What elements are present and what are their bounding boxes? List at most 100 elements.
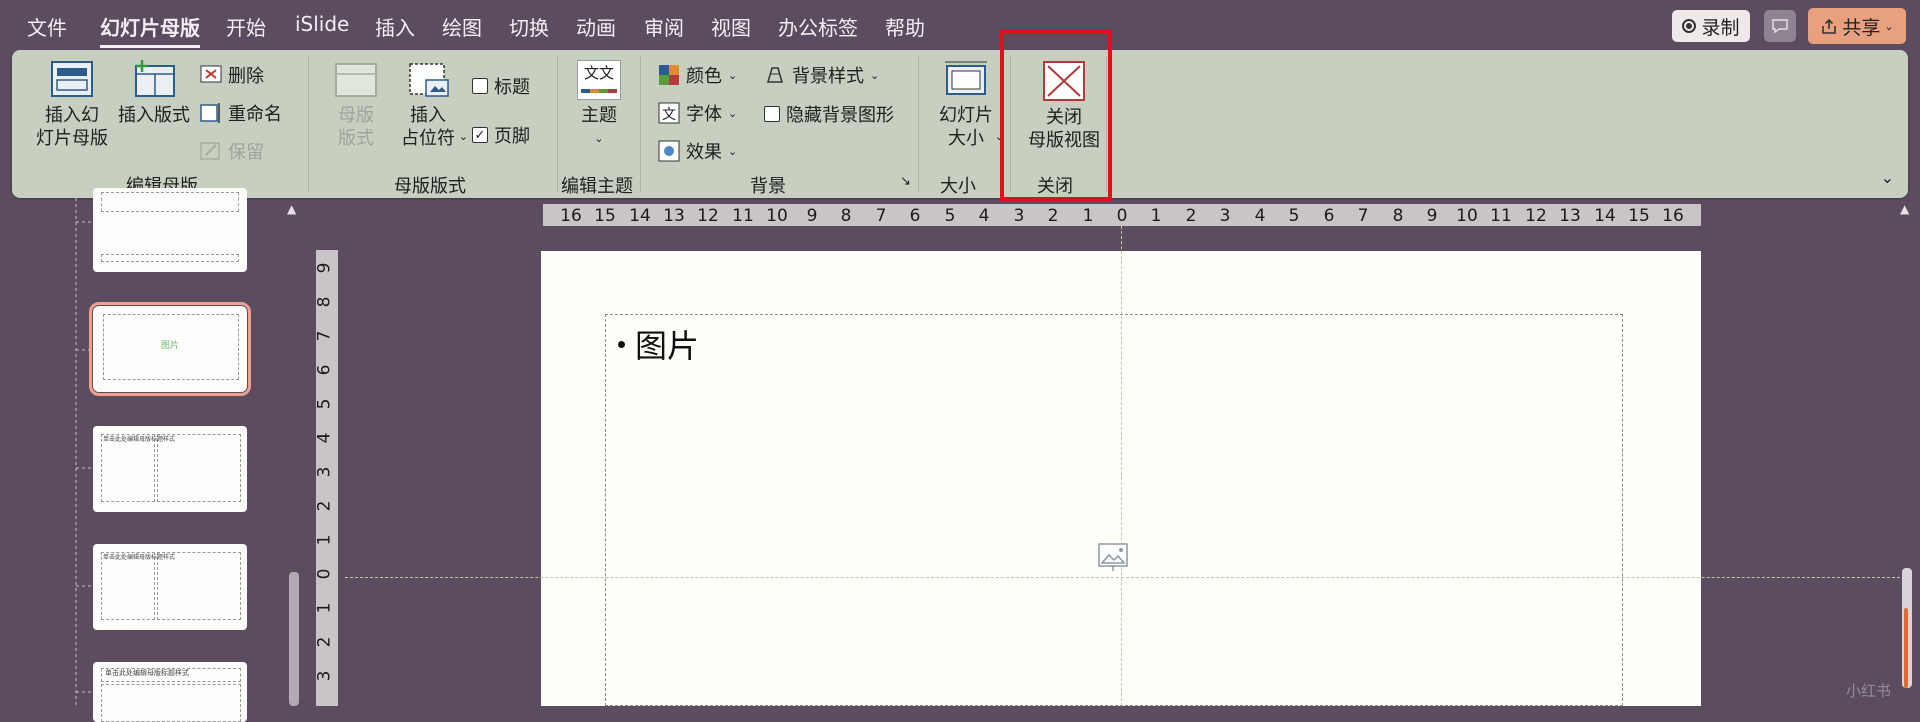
slide-thumbnail-selected[interactable]: 图片 <box>89 302 251 396</box>
footer-checkbox-box[interactable]: ✓ <box>472 127 488 143</box>
ruler-tick: 4 <box>978 206 990 226</box>
ruler-tick: 8 <box>1392 206 1404 226</box>
picture-placeholder[interactable]: 图片 <box>605 314 1623 706</box>
insert-placeholder-label: 插入 占位符 <box>401 105 455 149</box>
insert-slide-master-button[interactable]: 插入幻 灯片母版 <box>30 60 114 150</box>
ruler-tick: 7 <box>875 206 887 226</box>
ruler-tick: 3 <box>1013 206 1025 226</box>
slide-thumbnail[interactable]: 单击此处编辑母版标题样式 <box>93 662 247 722</box>
slide-size-button[interactable]: 幻灯片 大小 ⌄ <box>926 60 1006 150</box>
ruler-tick: 11 <box>1490 206 1512 226</box>
ruler-tick: 13 <box>663 206 685 226</box>
ruler-tick: 1 <box>314 534 335 546</box>
slide-thumbnail[interactable]: 单击此处编辑母版标题样式 <box>93 426 247 512</box>
ruler-tick: 13 <box>1559 206 1581 226</box>
colors-button[interactable]: 颜色 ⌄ <box>658 62 737 88</box>
insert-layout-button[interactable]: 插入版式 <box>114 60 194 127</box>
placeholder-text[interactable]: 图片 <box>635 321 699 367</box>
ruler-tick: 16 <box>1662 206 1684 226</box>
thumbnail-panel[interactable]: 图片 单击此处编辑母版标题样式 单击此处编辑母版标题样式 单击此处编辑母版标题样… <box>0 188 285 722</box>
share-icon <box>1822 18 1837 34</box>
slide-scrollbar[interactable]: ▲ <box>1896 198 1916 706</box>
fonts-button[interactable]: 文 字体 ⌄ <box>658 100 737 126</box>
background-styles-button[interactable]: 背景样式 ⌄ <box>764 62 879 88</box>
slide-size-icon <box>945 61 987 95</box>
dialog-launcher-icon[interactable]: ↘ <box>900 174 911 189</box>
hide-background-checkbox-box[interactable] <box>764 106 780 122</box>
menu-draw[interactable]: 绘图 <box>442 12 482 41</box>
delete-button[interactable]: 删除 <box>200 62 264 88</box>
chevron-down-icon: ⌄ <box>1884 19 1894 33</box>
theme-button[interactable]: 文文 主题 ⌄ <box>567 60 631 150</box>
thumbnail-scrollbar[interactable]: ▲ <box>287 198 301 706</box>
menu-transitions[interactable]: 切换 <box>509 12 549 41</box>
footer-checkbox[interactable]: ✓ 页脚 <box>472 122 530 148</box>
menu-office-tab[interactable]: 办公标签 <box>778 12 858 41</box>
menu-islide[interactable]: iSlide <box>295 12 349 36</box>
ruler-tick: 3 <box>1219 206 1231 226</box>
record-button[interactable]: 录制 <box>1672 10 1750 42</box>
ruler-tick: 5 <box>944 206 956 226</box>
theme-icon: 文文 <box>577 60 621 100</box>
scroll-up-icon[interactable]: ▲ <box>287 202 296 216</box>
ruler-tick: 3 <box>314 670 335 682</box>
menu-review[interactable]: 审阅 <box>644 12 684 41</box>
ribbon-separator <box>640 56 641 192</box>
rename-button[interactable]: 重命名 <box>200 100 282 126</box>
collapse-ribbon-icon[interactable]: ⌄ <box>1881 168 1894 187</box>
chevron-down-icon: ⌄ <box>728 144 738 158</box>
master-layout-button[interactable]: 母版 版式 <box>324 60 388 150</box>
comments-button[interactable] <box>1764 10 1796 42</box>
menu-home[interactable]: 开始 <box>226 12 266 41</box>
colors-icon <box>659 65 679 85</box>
hide-background-checkbox[interactable]: 隐藏背景图形 <box>764 101 894 127</box>
vertical-guide[interactable] <box>1121 226 1122 706</box>
ruler-tick: 9 <box>806 206 818 226</box>
ruler-tick: 6 <box>909 206 921 226</box>
comment-icon <box>1772 19 1788 34</box>
slide-thumbnail[interactable]: 单击此处编辑母版标题样式 <box>93 544 247 630</box>
vertical-ruler: 9 8 7 6 5 4 3 2 1 0 1 2 3 <box>314 250 338 706</box>
ruler-tick: 2 <box>1047 206 1059 226</box>
scrollbar-thumb[interactable] <box>289 572 299 706</box>
rename-icon <box>200 103 220 123</box>
scroll-up-icon[interactable]: ▲ <box>1900 202 1909 216</box>
thumbnail-label: 单击此处编辑母版标题样式 <box>105 669 189 677</box>
ruler-tick: 9 <box>1426 206 1438 226</box>
ruler-tick: 16 <box>560 206 582 226</box>
insert-slide-master-icon <box>51 61 93 97</box>
menu-file[interactable]: 文件 <box>27 12 67 41</box>
ruler-tick: 8 <box>314 296 335 308</box>
ruler-tick: 4 <box>314 432 335 444</box>
delete-label: 删除 <box>228 66 264 87</box>
menu-insert[interactable]: 插入 <box>375 12 415 41</box>
menu-view[interactable]: 视图 <box>711 12 751 41</box>
insert-picture-icon[interactable] <box>1098 542 1130 572</box>
slide-size-label: 幻灯片 大小 <box>939 105 993 149</box>
thumbnail-label: 单击此处编辑母版标题样式 <box>103 436 176 443</box>
preserve-button[interactable]: 保留 <box>200 138 264 164</box>
title-checkbox[interactable]: 标题 <box>472 73 530 99</box>
menu-slide-master[interactable]: 幻灯片母版 <box>100 12 200 48</box>
watermark-text: 小红书 <box>1846 682 1892 700</box>
insert-placeholder-button[interactable]: 插入 占位符 ⌄ <box>388 60 468 150</box>
horizontal-guide[interactable] <box>345 577 1905 578</box>
ruler-tick: 7 <box>1357 206 1369 226</box>
horizontal-ruler: 16 15 14 13 12 11 10 9 8 7 6 5 4 3 2 1 0 1 2 3 4 5 6 7 8 9 10 11 12 1… <box>543 204 1701 226</box>
menu-animations[interactable]: 动画 <box>576 12 616 41</box>
insert-placeholder-icon <box>409 63 449 97</box>
share-button[interactable]: 共享 ⌄ <box>1808 8 1906 44</box>
ribbon-separator <box>918 56 919 192</box>
share-label: 共享 <box>1842 16 1881 39</box>
ruler-tick: 2 <box>314 636 335 648</box>
annotation-highlight-box <box>1000 30 1112 201</box>
title-checkbox-box[interactable] <box>472 78 488 94</box>
title-checkbox-label: 标题 <box>494 77 530 98</box>
effects-button[interactable]: 效果 ⌄ <box>658 138 737 164</box>
ruler-tick: 12 <box>1525 206 1547 226</box>
insert-layout-icon <box>135 60 175 97</box>
svg-text:文: 文 <box>662 107 676 123</box>
menu-help[interactable]: 帮助 <box>885 12 925 41</box>
record-label: 录制 <box>1701 16 1740 39</box>
slide-thumbnail[interactable] <box>93 188 247 272</box>
